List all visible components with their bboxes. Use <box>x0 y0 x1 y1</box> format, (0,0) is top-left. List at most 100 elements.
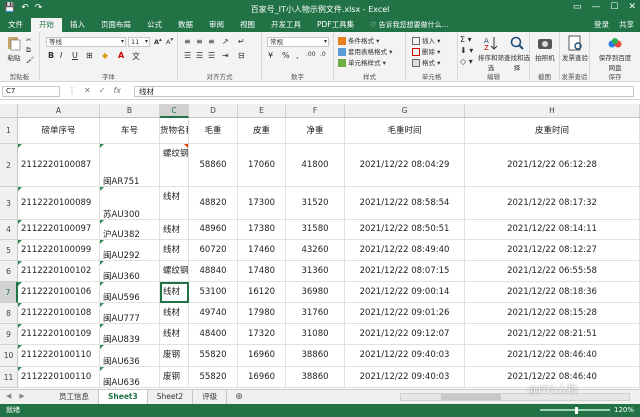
table-cell[interactable]: 2021/12/22 08:17:32 <box>465 187 640 220</box>
align-middle-icon[interactable]: ≡ <box>196 37 203 46</box>
table-cell[interactable]: 2112220100109 <box>18 324 100 345</box>
ribbon-tab[interactable]: PDF工具集 <box>309 18 362 32</box>
table-cell[interactable]: 闽AU636 <box>100 345 160 367</box>
orientation-icon[interactable]: ↗ <box>222 37 229 46</box>
table-cell[interactable]: 17320 <box>238 324 286 345</box>
row-header[interactable]: 7 <box>0 282 18 303</box>
ribbon-tab[interactable]: 页面布局 <box>93 18 139 32</box>
clear-icon[interactable]: ◇ ▾ <box>460 57 473 66</box>
table-cell[interactable]: 2112220100097 <box>18 220 100 240</box>
table-cell[interactable]: 废钢 <box>160 345 189 367</box>
header-cell[interactable]: 车号 <box>100 118 160 144</box>
column-header[interactable]: D <box>189 104 238 118</box>
share-button[interactable]: 共享 <box>619 18 634 32</box>
table-cell[interactable]: 2021/12/22 08:21:51 <box>465 324 640 345</box>
table-cell[interactable]: 36980 <box>286 282 345 303</box>
ribbon-tab[interactable]: 插入 <box>62 18 93 32</box>
table-cell[interactable]: 2021/12/22 09:40:03 <box>345 345 465 367</box>
table-cell[interactable]: 2021/12/22 09:40:03 <box>345 367 465 388</box>
bold-icon[interactable]: B <box>48 51 54 60</box>
table-cell[interactable]: 线材 <box>160 240 189 261</box>
table-cell[interactable]: 2021/12/22 09:12:07 <box>345 324 465 345</box>
table-cell[interactable]: 55820 <box>189 345 238 367</box>
insert-function-icon[interactable]: fx <box>113 86 121 95</box>
border-icon[interactable]: ⊞ <box>86 51 93 60</box>
table-cell[interactable]: 16960 <box>238 345 286 367</box>
table-cell[interactable]: 闽AU839 <box>100 324 160 345</box>
table-cell[interactable]: 2112220100089 <box>18 187 100 220</box>
save-to-baidu-button[interactable]: 保存到百度网盘 <box>598 35 632 72</box>
table-cell[interactable]: 2112220100102 <box>18 261 100 282</box>
delete-cells-button[interactable]: 删除 ▾ <box>412 46 440 56</box>
table-cell[interactable]: 2112220100087 <box>18 144 100 187</box>
ribbon-tab[interactable]: 文件 <box>0 18 31 32</box>
table-cell[interactable]: 2021/12/22 09:01:26 <box>345 303 465 324</box>
prev-sheet-icon[interactable]: ◀ <box>6 392 11 400</box>
cut-icon[interactable]: ✂ <box>26 36 31 44</box>
shrink-font-icon[interactable]: A▾ <box>166 37 173 46</box>
underline-icon[interactable]: U <box>72 51 78 60</box>
ribbon-tab[interactable]: 视图 <box>232 18 263 32</box>
indent-icon[interactable]: ⇥ <box>222 51 229 60</box>
column-header[interactable]: B <box>100 104 160 118</box>
font-name-combo[interactable]: 等线 ▾ <box>46 37 126 47</box>
table-cell[interactable]: 16960 <box>238 367 286 388</box>
row-header[interactable]: 3 <box>0 187 18 220</box>
invoice-check-button[interactable]: 发票查验 <box>562 35 588 62</box>
name-box[interactable]: C7 <box>2 86 60 97</box>
ribbon-tab[interactable]: 开发工具 <box>263 18 309 32</box>
horizontal-scrollbar[interactable] <box>400 393 630 401</box>
table-cell[interactable]: 苏AU300 <box>100 187 160 220</box>
header-cell[interactable]: 皮重 <box>238 118 286 144</box>
table-cell[interactable]: 48960 <box>189 220 238 240</box>
decrease-decimal-icon[interactable]: .0 <box>320 51 326 58</box>
fill-icon[interactable]: ⬇ ▾ <box>460 46 473 55</box>
ribbon-display-icon[interactable]: ▭ <box>573 2 582 12</box>
fill-color-icon[interactable]: ◆ <box>102 51 108 60</box>
table-cell[interactable]: 2112220100106 <box>18 282 100 303</box>
copy-icon[interactable]: ⧉ <box>26 46 31 55</box>
table-cell[interactable]: 线材 <box>160 220 189 240</box>
italic-icon[interactable]: I <box>60 51 62 60</box>
table-cell[interactable]: 闽AR751 <box>100 144 160 187</box>
active-cell[interactable]: 线材 <box>160 282 189 303</box>
row-header[interactable]: 9 <box>0 324 18 345</box>
row-header[interactable]: 2 <box>0 144 18 187</box>
table-cell[interactable]: 沪AU382 <box>100 220 160 240</box>
select-all-corner[interactable] <box>0 104 18 118</box>
table-cell[interactable]: 17460 <box>238 240 286 261</box>
cancel-icon[interactable]: ✕ <box>84 86 91 95</box>
table-cell[interactable]: 2021/12/22 08:58:54 <box>345 187 465 220</box>
wrap-text-icon[interactable]: ↵ <box>238 37 245 46</box>
header-cell[interactable]: 净重 <box>286 118 345 144</box>
column-header[interactable]: E <box>238 104 286 118</box>
login-link[interactable]: 登录 <box>594 18 609 32</box>
ribbon-tab[interactable]: 开始 <box>31 18 62 32</box>
row-header[interactable]: 10 <box>0 345 18 367</box>
cell-styles-button[interactable]: 单元格样式 ▾ <box>338 57 386 67</box>
table-cell[interactable]: 闽AU292 <box>100 240 160 261</box>
table-cell[interactable]: 17980 <box>238 303 286 324</box>
next-sheet-icon[interactable]: ▶ <box>19 392 24 400</box>
ribbon-tab[interactable]: 数据 <box>170 18 201 32</box>
table-cell[interactable]: 2021/12/22 08:07:15 <box>345 261 465 282</box>
table-cell[interactable]: 38860 <box>286 367 345 388</box>
table-cell[interactable]: 螺纹钢 <box>160 144 189 187</box>
zoom-slider-knob[interactable] <box>575 407 578 414</box>
align-bottom-icon[interactable]: ≡ <box>208 37 215 46</box>
format-cells-button[interactable]: 格式 ▾ <box>412 57 440 67</box>
table-cell[interactable]: 线材 <box>160 303 189 324</box>
align-left-icon[interactable]: ☰ <box>184 51 191 60</box>
format-as-table-button[interactable]: 套用表格格式 ▾ <box>338 46 392 56</box>
row-header[interactable]: 11 <box>0 367 18 388</box>
table-cell[interactable]: 2021/12/22 08:12:27 <box>465 240 640 261</box>
table-cell[interactable]: 2112220100108 <box>18 303 100 324</box>
table-cell[interactable]: 闽AU360 <box>100 261 160 282</box>
comma-icon[interactable]: , <box>296 51 299 60</box>
row-header[interactable]: 8 <box>0 303 18 324</box>
ribbon-tab[interactable]: 审阅 <box>201 18 232 32</box>
table-cell[interactable]: 43260 <box>286 240 345 261</box>
table-cell[interactable]: 2021/12/22 06:12:28 <box>465 144 640 187</box>
align-center-icon[interactable]: ☰ <box>196 51 203 60</box>
percent-icon[interactable]: % <box>282 51 290 60</box>
